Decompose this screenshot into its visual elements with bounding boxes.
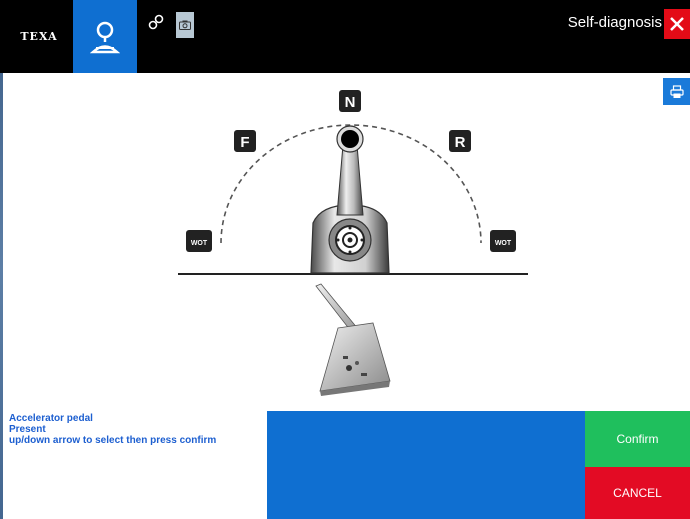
texa-logo: TEXA xyxy=(8,0,70,73)
cancel-button[interactable]: CANCEL xyxy=(585,467,690,519)
reverse-label: R xyxy=(455,134,466,151)
forward-label: F xyxy=(240,134,249,151)
camera-button[interactable] xyxy=(176,12,194,38)
accelerator-pedal-illustration xyxy=(315,283,391,396)
confirm-button[interactable]: Confirm xyxy=(585,411,690,467)
info-line-instruction: up/down arrow to select then press confi… xyxy=(9,435,217,446)
wot-left-label: WOT xyxy=(191,240,208,247)
throttle-diagram: N F R WOT WOT xyxy=(178,90,528,396)
top-bar: TEXA Self-diagnosis xyxy=(0,0,690,73)
person-search-icon xyxy=(90,21,120,53)
neutral-label: N xyxy=(345,94,356,111)
link-chain-icon[interactable] xyxy=(148,14,164,30)
selection-panel xyxy=(267,411,585,519)
info-text-block: Accelerator pedal Present up/down arrow … xyxy=(9,413,259,446)
wot-right-label: WOT xyxy=(495,240,512,247)
close-button[interactable] xyxy=(664,9,690,39)
main-content: N F R WOT WOT Accelerator pedal Present … xyxy=(3,73,690,519)
logo-text: TEXA xyxy=(20,30,58,43)
info-line-component: Accelerator pedal xyxy=(9,413,93,424)
close-icon xyxy=(670,17,684,31)
info-line-status: Present xyxy=(9,424,46,435)
diagnosis-tab[interactable] xyxy=(73,0,137,73)
camera-icon xyxy=(179,20,191,30)
page-title: Self-diagnosis xyxy=(567,14,662,31)
lever-shaft xyxy=(336,144,364,216)
